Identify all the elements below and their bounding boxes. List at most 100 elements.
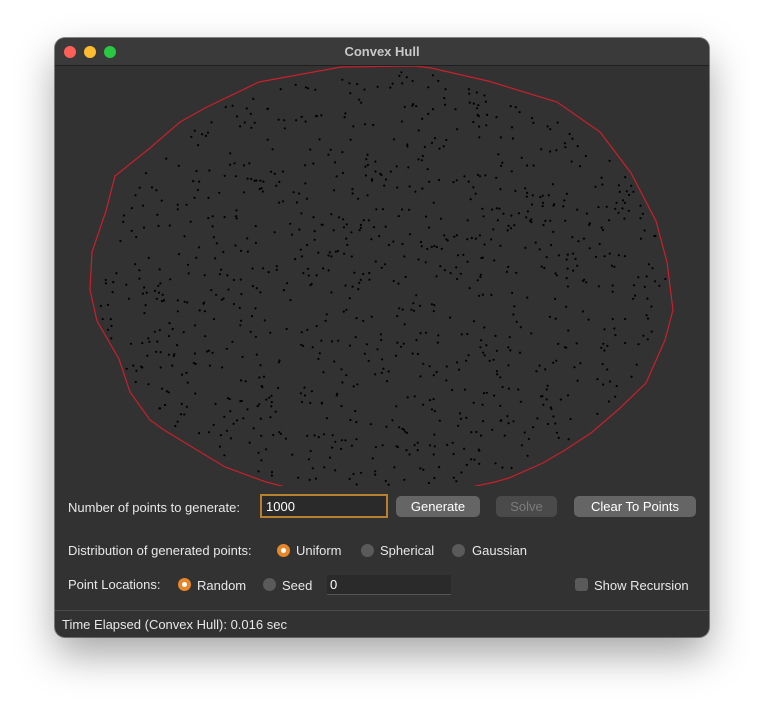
point [356,83,359,86]
uniform-radio[interactable] [277,544,290,557]
clear-to-points-button[interactable]: Clear To Points [574,496,696,517]
point [531,194,534,197]
point [571,236,574,239]
point [322,433,326,436]
point [266,107,269,110]
point [334,250,337,253]
point [397,215,400,218]
point [420,245,423,248]
point [525,216,528,219]
point [614,207,617,210]
point [317,357,320,360]
point [419,240,423,244]
seed-input[interactable]: 0 [327,575,451,595]
generate-button[interactable]: Generate [396,496,480,517]
point [449,272,452,275]
point [292,191,295,194]
uniform-radio-label[interactable]: Uniform [296,543,342,558]
point [600,346,603,349]
point [400,71,403,74]
point [468,92,471,95]
point [311,467,314,470]
point [555,431,559,434]
point [313,434,316,437]
point [574,257,577,260]
point [433,476,436,480]
point [193,324,197,327]
point [608,219,611,222]
point [357,197,360,200]
point [168,224,171,227]
point [260,384,263,388]
point [412,309,416,312]
point [144,304,147,307]
point [545,398,548,401]
gaussian-radio-label[interactable]: Gaussian [472,543,527,558]
point [611,317,614,321]
point [559,398,562,401]
spherical-radio-label[interactable]: Spherical [380,543,434,558]
point [396,341,399,344]
point [127,297,131,300]
point [157,284,160,287]
point [506,415,509,418]
point [600,176,603,179]
point [396,315,399,318]
point [197,432,201,435]
point [482,215,485,218]
spherical-radio[interactable] [361,544,374,557]
point [231,340,234,343]
point [215,293,218,296]
point [625,190,628,193]
point [541,205,544,208]
point [515,320,518,323]
point [646,297,649,300]
seed-radio-label[interactable]: Seed [282,578,312,593]
point [106,328,110,331]
point [185,203,188,206]
random-radio[interactable] [178,578,191,591]
point [159,366,162,369]
point [258,376,261,379]
point [406,145,409,148]
point [350,231,353,234]
point [183,235,186,238]
point [419,332,422,335]
point [557,254,560,257]
point [305,197,309,200]
point [270,394,273,397]
point-canvas[interactable] [55,66,709,486]
point [403,478,406,481]
point [341,151,344,154]
random-radio-label[interactable]: Random [197,578,246,593]
solve-button[interactable]: Solve [496,496,557,517]
point [298,192,301,195]
point [228,398,231,401]
point [160,199,163,202]
point [304,120,307,123]
point [485,124,488,127]
point [415,105,418,108]
show-recursion-label[interactable]: Show Recursion [594,578,689,593]
show-recursion-checkbox[interactable] [575,578,588,591]
point [646,317,650,320]
point [207,196,210,199]
point [186,301,189,304]
point [165,390,168,393]
point [257,451,260,454]
point [125,367,128,370]
point [653,280,657,283]
point [374,470,377,473]
gaussian-radio[interactable] [452,544,465,557]
point [245,107,248,110]
point [431,74,434,77]
point [565,305,568,308]
point [483,354,486,357]
seed-radio[interactable] [263,578,276,591]
point [628,193,631,196]
point [576,379,579,382]
point [403,323,406,326]
point [496,219,499,222]
num-points-input[interactable]: 1000 [260,494,388,518]
point [562,205,565,208]
